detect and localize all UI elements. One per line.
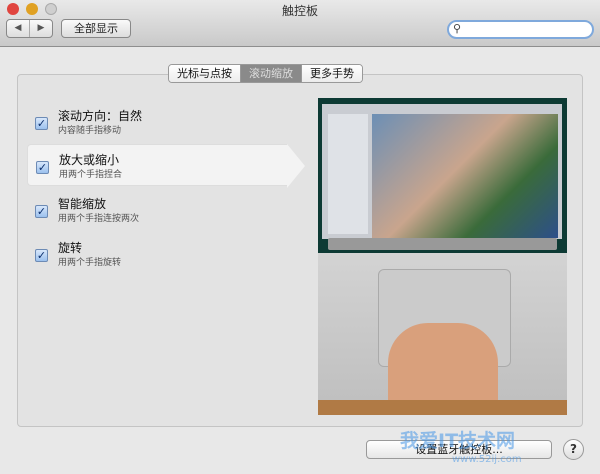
back-button[interactable]: ◀ [7, 20, 30, 37]
preview-photo [372, 114, 558, 238]
forward-button[interactable]: ▶ [30, 20, 52, 37]
tab-more-gestures[interactable]: 更多手势 [301, 65, 362, 82]
option-description: 用两个手指旋转 [58, 258, 122, 268]
preview-table [318, 400, 567, 415]
preview-dock [328, 238, 557, 250]
show-all-button[interactable]: 全部显示 [61, 19, 131, 38]
tab-bar: 光标与点按 滚动缩放 更多手势 [168, 64, 363, 83]
watermark-url: www.52ij.com [452, 454, 522, 465]
preview-thumbnails [328, 114, 368, 234]
option-description: 内容随手指移动 [58, 126, 122, 136]
preview-window [322, 104, 562, 239]
window-title: 触控板 [281, 4, 318, 18]
gesture-preview-video [318, 98, 567, 415]
checkbox[interactable]: ✓ [35, 249, 48, 262]
option-description: 用两个手指连按两次 [58, 214, 140, 224]
option-label: 智能缩放 [58, 197, 107, 211]
title-bar: 触控板 ◀ ▶ 全部显示 ⚲ [0, 0, 600, 47]
preview-laptop-body [318, 253, 567, 413]
tab-point-click[interactable]: 光标与点按 [169, 65, 240, 82]
checkbox[interactable]: ✓ [35, 117, 48, 130]
option-zoom-in-out[interactable]: ✓ 放大或缩小 用两个手指捏合 [27, 144, 305, 188]
option-scroll-direction[interactable]: ✓ 滚动方向：自然 内容随手指移动 [27, 101, 287, 143]
search-icon: ⚲ [453, 22, 462, 35]
tab-scroll-zoom[interactable]: 滚动缩放 [240, 65, 301, 82]
watermark: 我爱IT技术网 [400, 430, 516, 452]
back-forward-control: ◀ ▶ [6, 19, 53, 38]
option-description: 用两个手指捏合 [59, 170, 123, 180]
option-label: 放大或缩小 [59, 153, 120, 167]
option-label: 滚动方向：自然 [58, 109, 143, 123]
help-button[interactable]: ? [563, 439, 584, 460]
option-smart-zoom[interactable]: ✓ 智能缩放 用两个手指连按两次 [27, 189, 287, 231]
checkbox[interactable]: ✓ [36, 161, 49, 174]
option-rotate[interactable]: ✓ 旋转 用两个手指旋转 [27, 233, 287, 275]
checkbox[interactable]: ✓ [35, 205, 48, 218]
option-label: 旋转 [58, 241, 83, 255]
search-input[interactable]: ⚲ [447, 20, 594, 39]
preview-screen [318, 98, 567, 253]
